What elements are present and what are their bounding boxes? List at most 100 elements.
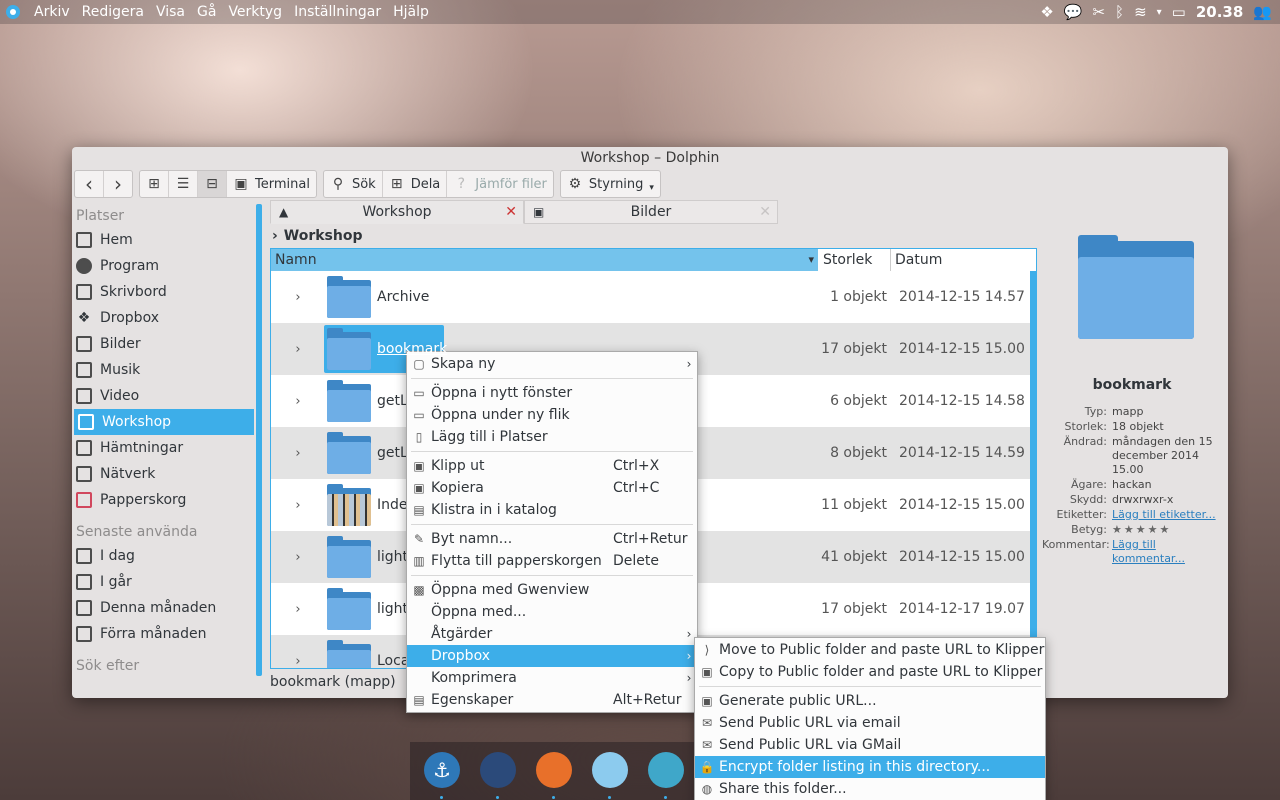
place-dropbox[interactable]: ❖ Dropbox [72,305,258,331]
place-workshop[interactable]: Workshop [74,409,254,435]
column-header-size[interactable]: Storlek [819,249,891,271]
expand-arrow-icon[interactable]: › [271,498,325,513]
sort-arrow-icon: ▾ [808,253,814,266]
breadcrumb-arrow-icon[interactable]: › [272,228,278,244]
forward-button[interactable]: › [104,171,132,197]
expand-arrow-icon[interactable]: › [271,342,325,357]
breadcrumb-current[interactable]: Workshop [284,228,363,244]
recent-today[interactable]: I dag [72,543,258,569]
file-view-scrollbar[interactable] [1030,271,1036,668]
clock[interactable]: 20.38 [1196,3,1243,21]
place-label: Bilder [100,336,141,352]
place-programs[interactable]: Program [72,253,258,279]
menu-item-dropbox[interactable]: Dropbox › [407,645,697,667]
app-icon[interactable] [648,752,684,788]
anchor-app-icon[interactable]: ⚓ [424,752,460,788]
info-row-type: Typ: mapp [1042,405,1222,419]
compact-view-button[interactable]: ☰ [169,171,198,197]
close-icon[interactable]: ✕ [759,204,771,220]
app-launcher-icon[interactable] [6,5,20,19]
recent-this-month[interactable]: Denna månaden [72,595,258,621]
icons-view-button[interactable]: ⊞ [140,171,169,197]
menu-item-properties[interactable]: ▤ Egenskaper Alt+Retur [407,689,697,711]
close-icon[interactable]: ✕ [505,204,517,220]
menu-item-compress[interactable]: Komprimera › [407,667,697,689]
action-buttons: ⚲ Sök ⊞ Dela ? Jämför filer [322,170,554,198]
add-tags-link[interactable]: Lägg till etiketter... [1112,508,1218,522]
calendar-icon [76,600,92,616]
menu-item-add-to-places[interactable]: ▯ Lägg till i Platser [407,426,697,448]
preview-folder-icon [1078,235,1194,339]
wifi-icon[interactable]: ≋ [1134,3,1147,21]
dropbox-icon[interactable]: ❖ [1040,3,1053,21]
menu-redigera[interactable]: Redigera [76,0,150,24]
expand-arrow-icon[interactable]: › [271,602,325,617]
clipboard-scissors-icon[interactable]: ✂ [1092,3,1105,21]
search-button[interactable]: ⚲ Sök [324,171,383,197]
details-view-button[interactable]: ⊟ [198,171,227,197]
back-button[interactable]: ‹ [75,171,104,197]
expand-arrow-icon[interactable]: › [271,550,325,565]
submenu-item-copy-public[interactable]: ▣ Copy to Public folder and paste URL to … [695,661,1045,683]
place-network[interactable]: Nätverk [72,461,258,487]
menu-arkiv[interactable]: Arkiv [28,0,76,24]
place-music[interactable]: Musik [72,357,258,383]
add-comment-link[interactable]: Lägg till kommentar... [1112,538,1218,566]
submenu-item-move-public[interactable]: ⟩ Move to Public folder and paste URL to … [695,639,1045,661]
sidebar-scrollbar[interactable] [256,204,262,676]
place-video[interactable]: Video [72,383,258,409]
column-header-name[interactable]: Namn ▾ [271,249,819,271]
menu-installningar[interactable]: Inställningar [288,0,387,24]
chat-icon[interactable]: 💬 [1064,3,1083,21]
recent-yesterday[interactable]: I går [72,569,258,595]
expand-arrow-icon[interactable]: › [271,290,325,305]
menu-item-rename[interactable]: ✎ Byt namn... Ctrl+Retur [407,528,697,550]
submenu-item-encrypt[interactable]: 🔒 Encrypt folder listing in this director… [695,756,1045,778]
column-header-date[interactable]: Datum [891,249,1036,271]
submenu-item-send-email[interactable]: ✉ Send Public URL via email [695,712,1045,734]
weather-icon[interactable] [592,752,628,788]
expand-arrow-icon[interactable]: › [271,654,325,669]
mascot-app-icon[interactable] [480,752,516,788]
menu-visa[interactable]: Visa [150,0,191,24]
expand-arrow-icon[interactable]: ▾ [1157,7,1162,18]
expand-arrow-icon[interactable]: › [271,446,325,461]
place-trash[interactable]: Papperskorg [72,487,258,513]
menu-ga[interactable]: Gå [191,0,222,24]
menu-verktyg[interactable]: Verktyg [222,0,288,24]
firefox-icon[interactable] [536,752,572,788]
user-switch-icon[interactable]: 👥 [1253,3,1272,21]
menu-item-cut[interactable]: ▣ Klipp ut Ctrl+X [407,455,697,477]
bluetooth-icon[interactable]: ᛒ [1115,3,1124,21]
compare-files-button[interactable]: ? Jämför filer [447,171,553,197]
place-downloads[interactable]: Hämtningar [72,435,258,461]
info-key: Kommentar: [1042,538,1110,551]
place-pictures[interactable]: Bilder [72,331,258,357]
share-button[interactable]: ⊞ Dela [383,171,448,197]
table-row[interactable]: › Archive 1 objekt 2014-12-15 14.57 [271,271,1036,323]
menu-item-actions[interactable]: Åtgärder › [407,623,697,645]
info-row-modified: Ändrad: måndagen den 15 december 2014 15.… [1042,435,1222,477]
rating-stars[interactable]: ★★★★★ [1112,523,1218,537]
menu-item-paste-into[interactable]: ▤ Klistra in i katalog [407,499,697,521]
menu-item-open-gwenview[interactable]: ▩ Öppna med Gwenview [407,579,697,601]
menu-hjalp[interactable]: Hjälp [387,0,435,24]
menu-item-move-to-trash[interactable]: ▥ Flytta till papperskorgen Delete [407,550,697,572]
submenu-item-send-gmail[interactable]: ✉ Send Public URL via GMail [695,734,1045,756]
place-desktop[interactable]: Skrivbord [72,279,258,305]
tab-pictures[interactable]: ▣ Bilder ✕ [524,200,778,224]
terminal-button[interactable]: ▣ Terminal [227,171,316,197]
pictures-icon [76,336,92,352]
place-home[interactable]: Hem [72,227,258,253]
menu-item-open-new-window[interactable]: ▭ Öppna i nytt fönster [407,382,697,404]
menu-item-open-with[interactable]: Öppna med... [407,601,697,623]
submenu-item-share-folder[interactable]: ◍ Share this folder... [695,778,1045,800]
control-button[interactable]: ⚙ Styrning ▾ [561,171,660,197]
recent-last-month[interactable]: Förra månaden [72,621,258,647]
menu-item-open-new-tab[interactable]: ▭ Öppna under ny flik [407,404,697,426]
submenu-item-generate-url[interactable]: ▣ Generate public URL... [695,690,1045,712]
battery-icon[interactable]: ▭ [1172,3,1186,21]
menu-item-copy[interactable]: ▣ Kopiera Ctrl+C [407,477,697,499]
tab-workshop[interactable]: ▲ Workshop ✕ [270,200,524,224]
expand-arrow-icon[interactable]: › [271,394,325,409]
